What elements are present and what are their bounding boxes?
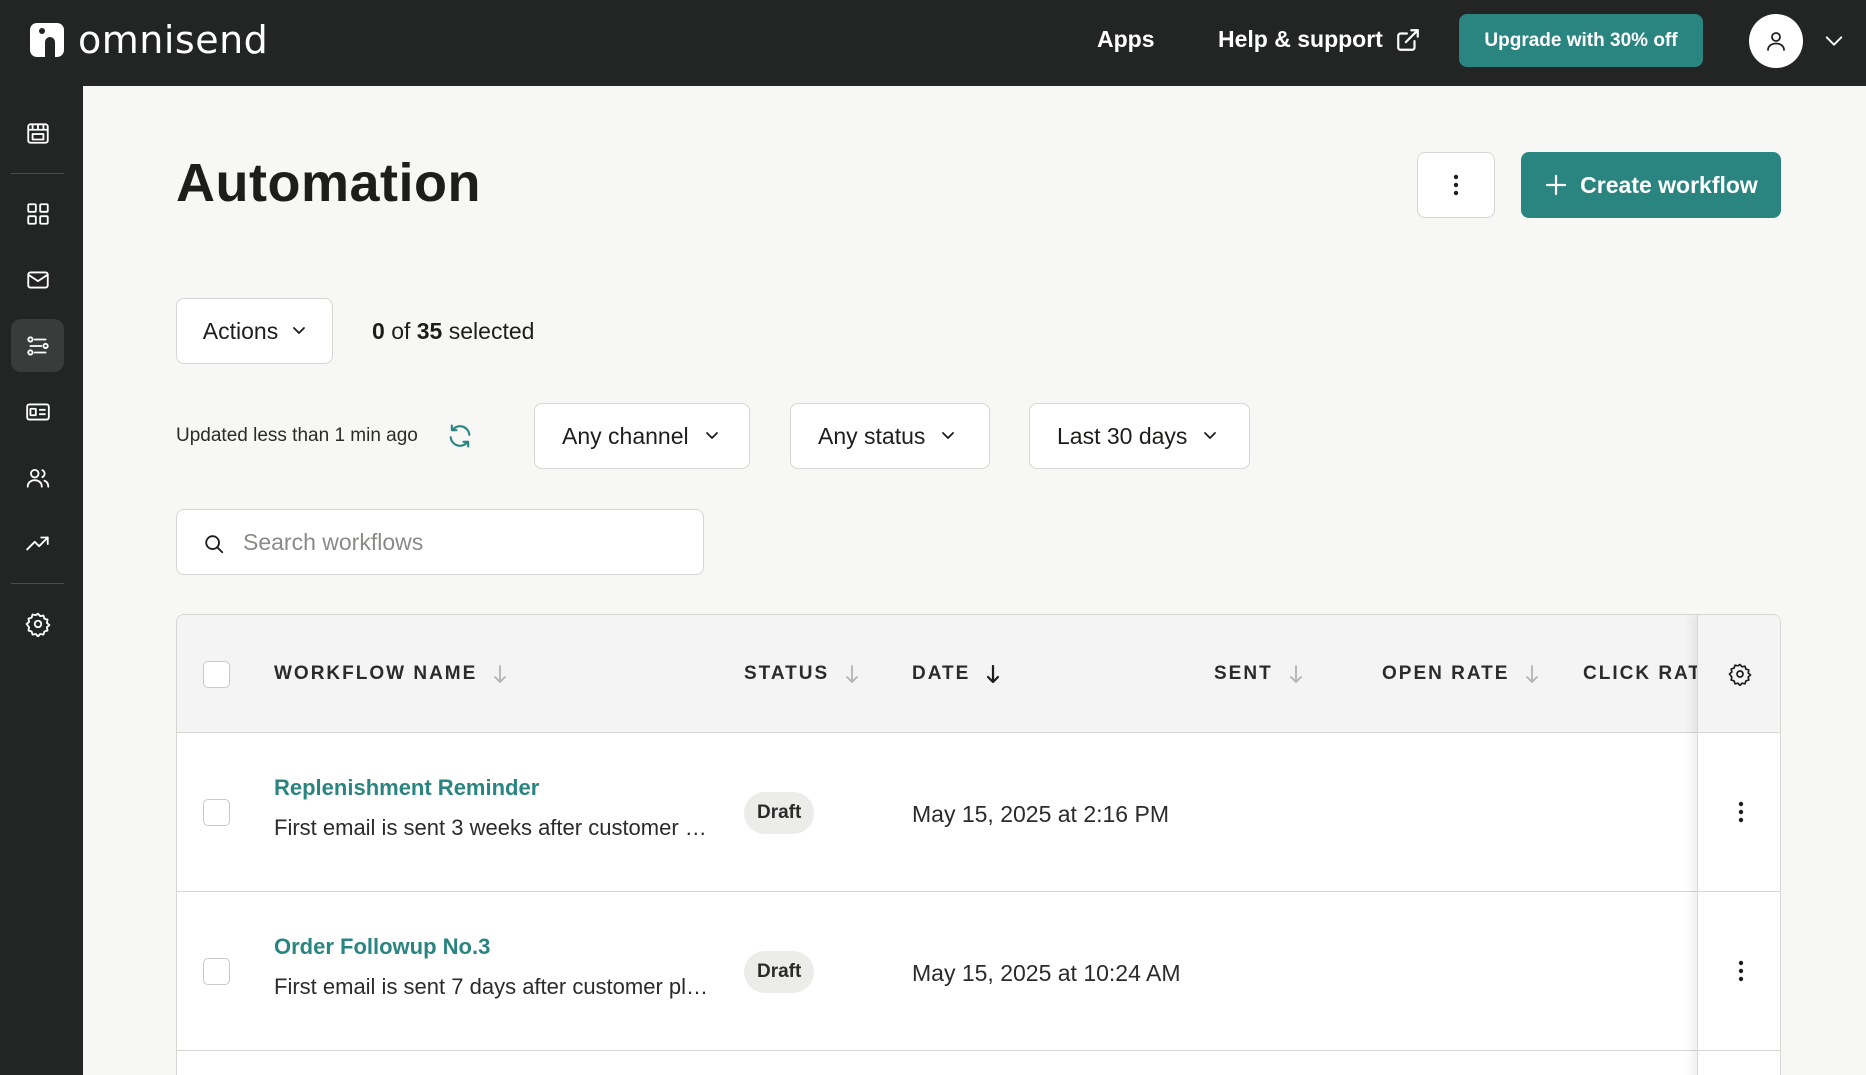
settings-icon (25, 612, 50, 637)
row-actions-column (1697, 615, 1780, 1075)
actions-label: Actions (202, 317, 279, 344)
status-filter-dropdown[interactable]: Any status (790, 403, 990, 469)
logo-text: omnisend (78, 18, 269, 62)
sort-arrow-down-icon (1526, 665, 1539, 683)
column-label: DATE (912, 663, 971, 684)
row-checkbox[interactable] (203, 958, 230, 985)
column-header-sent[interactable]: SENT (1214, 663, 1303, 685)
row-menu-button[interactable] (1698, 733, 1780, 892)
omnisend-logo[interactable]: omnisend (30, 18, 268, 62)
chevron-down-icon (293, 327, 306, 334)
sidebar-item-reports[interactable] (11, 517, 64, 570)
column-header-open-rate[interactable]: OPEN RATE (1382, 663, 1539, 685)
sidebar-item-store[interactable] (11, 106, 64, 159)
row-menu-button[interactable] (1698, 892, 1780, 1051)
sidebar-item-automation[interactable] (11, 319, 64, 372)
sidebar-item-settings[interactable] (11, 597, 64, 650)
account-chevron-down-icon[interactable] (1822, 30, 1846, 52)
top-bar: omnisend Apps Help & support Upgrade wit… (0, 0, 1866, 86)
status-badge: Draft (744, 792, 815, 834)
search-icon (205, 535, 224, 554)
create-workflow-label: Create workflow (1580, 171, 1758, 198)
forms-icon (25, 402, 50, 421)
table-row[interactable]: Replenishment Reminder First email is se… (177, 733, 1697, 892)
workflow-name-link[interactable]: Order Followup No.3 (274, 934, 490, 960)
avatar[interactable] (1749, 14, 1803, 68)
user-icon (1767, 32, 1785, 51)
column-label: WORKFLOW NAME (274, 663, 478, 684)
channel-filter-dropdown[interactable]: Any channel (534, 403, 750, 469)
help-support-link[interactable]: Help & support (1218, 26, 1421, 53)
more-vertical-icon (1738, 801, 1743, 823)
external-link-icon (1397, 28, 1419, 51)
more-vertical-icon (1738, 960, 1743, 982)
dashboard-grid-icon (26, 202, 49, 225)
sidebar-item-campaigns[interactable] (11, 253, 64, 306)
create-workflow-button[interactable]: Create workflow (1521, 152, 1781, 218)
column-label: CLICK RAT (1583, 663, 1702, 684)
sort-arrow-down-icon (1289, 665, 1302, 683)
updated-status: Updated less than 1 min ago (176, 425, 418, 446)
select-all-checkbox[interactable] (203, 661, 230, 688)
reports-icon (25, 536, 49, 550)
column-settings-gear-icon[interactable] (1728, 662, 1752, 686)
selected-count: 0 (372, 318, 385, 344)
sidebar-divider (11, 173, 64, 174)
channel-filter-value: Any channel (562, 422, 689, 449)
column-label: STATUS (744, 663, 830, 684)
selected-of: of (391, 318, 411, 344)
workflow-description: First email is sent 7 days after custome… (274, 974, 714, 999)
chevron-down-icon (1204, 432, 1217, 439)
column-header-status[interactable]: STATUS (744, 663, 859, 685)
column-header-date[interactable]: DATE (912, 663, 1000, 685)
sidebar-divider (11, 583, 64, 584)
logo-mark-icon (30, 23, 64, 57)
more-vertical-icon (1453, 174, 1459, 196)
row-checkbox[interactable] (203, 799, 230, 826)
total-count: 35 (416, 318, 443, 344)
mail-icon (26, 270, 49, 289)
workflows-table: WORKFLOW NAME STATUS DATE SENT OPEN RATE… (176, 614, 1781, 1075)
chevron-down-icon (705, 432, 718, 439)
sort-arrow-down-icon (494, 665, 507, 683)
chevron-down-icon (942, 432, 955, 439)
actions-dropdown[interactable]: Actions (176, 298, 333, 364)
more-options-button[interactable] (1417, 152, 1495, 218)
search-box (176, 509, 704, 575)
table-row[interactable]: Order Followup No.3 First email is sent … (177, 892, 1697, 1051)
automation-icon (26, 335, 49, 356)
sort-arrow-down-icon (846, 665, 859, 683)
audience-icon (26, 468, 49, 488)
column-header-workflow-name[interactable]: WORKFLOW NAME (274, 663, 507, 685)
workflow-date: May 15, 2025 at 10:24 AM (912, 960, 1181, 986)
apps-link[interactable]: Apps (1097, 26, 1155, 53)
status-badge: Draft (744, 951, 815, 993)
column-settings-header (1698, 615, 1780, 733)
plus-icon (1546, 174, 1567, 196)
page-title: Automation (176, 153, 481, 213)
date-range-value: Last 30 days (1057, 422, 1188, 449)
status-filter-value: Any status (818, 422, 926, 449)
sort-arrow-down-active-icon (987, 664, 1000, 684)
workflow-date: May 15, 2025 at 2:16 PM (912, 801, 1169, 827)
refresh-icon[interactable] (446, 422, 474, 450)
selection-count: 0 of 35 selected (372, 318, 534, 345)
sidebar-item-audience[interactable] (11, 451, 64, 504)
selected-suffix: selected (448, 318, 535, 344)
workflow-description: First email is sent 3 weeks after custom… (274, 815, 714, 840)
store-icon (26, 122, 49, 144)
column-label: SENT (1214, 663, 1273, 684)
column-header-click-rate[interactable]: CLICK RAT (1583, 663, 1702, 685)
upgrade-button[interactable]: Upgrade with 30% off (1459, 14, 1703, 67)
sidebar-item-dashboard[interactable] (11, 187, 64, 240)
help-support-label: Help & support (1218, 26, 1383, 52)
column-label: OPEN RATE (1382, 663, 1510, 684)
search-input[interactable] (243, 522, 683, 562)
table-header: WORKFLOW NAME STATUS DATE SENT OPEN RATE… (177, 615, 1780, 733)
sidebar (0, 86, 83, 1075)
workflow-name-link[interactable]: Replenishment Reminder (274, 775, 539, 801)
sidebar-item-forms[interactable] (11, 385, 64, 438)
date-range-dropdown[interactable]: Last 30 days (1029, 403, 1250, 469)
